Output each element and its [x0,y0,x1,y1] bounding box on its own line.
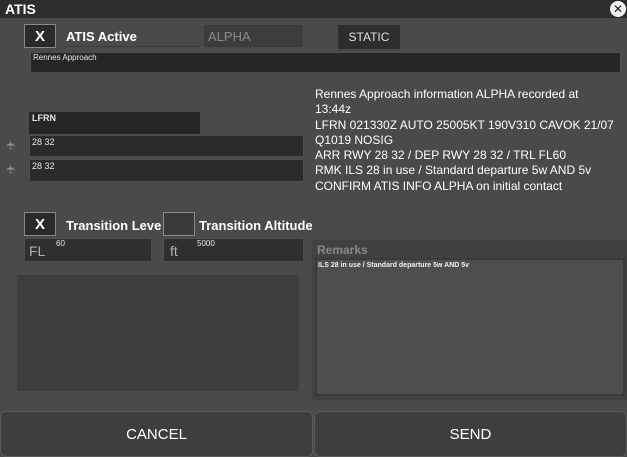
airport-icao-value: LFRN [32,113,56,123]
atis-text-line: Q1019 NOSIG [315,132,394,147]
close-icon: ✕ [612,2,624,16]
transition-altitude-value: 5000 [197,239,215,248]
atis-text-preview: Rennes Approach information ALPHA record… [315,87,625,194]
close-button[interactable]: ✕ [610,1,626,17]
arrival-runway-field[interactable] [29,135,304,157]
atis-text-line: CONFIRM ATIS INFO ALPHA on initial conta… [315,178,563,193]
atis-text-line: LFRN 021330Z AUTO 25005KT 190V310 CAVOK … [315,117,614,132]
atis-text-line: RMK ILS 28 in use / Standard departure 5… [315,163,592,178]
departure-runway-icon: ✈ [4,163,19,175]
remarks-textarea[interactable] [315,258,625,396]
remarks-value: ILS 28 in use / Standard departure 5w AN… [318,262,470,269]
station-name-value: Rennes Approach [33,53,97,62]
atis-text-line: 13:44z [315,102,352,117]
atis-active-underline [62,25,200,47]
arrival-runway-value: 28 32 [32,137,55,147]
window-title: ATIS [5,1,36,17]
transition-level-unit: FL [29,243,46,259]
send-button[interactable]: SEND [314,411,627,457]
atis-text-line: Rennes Approach information ALPHA record… [315,87,579,101]
title-bar [0,0,627,18]
left-empty-panel [17,275,299,391]
remarks-title: Remarks [317,243,368,257]
transition-altitude-field[interactable] [163,238,304,262]
departure-runway-field[interactable] [29,159,304,182]
transition-altitude-unit: ft [170,243,178,259]
arrival-runway-icon: ✈ [4,139,19,151]
atis-letter-value: ALPHA [208,29,251,44]
station-name-field[interactable] [30,52,621,73]
transition-level-value: 60 [56,239,65,248]
cancel-button[interactable]: CANCEL [0,411,313,457]
departure-runway-value: 28 32 [32,161,55,171]
transition-level-label: Transition Leve [66,218,162,233]
transition-altitude-checkbox[interactable] [163,212,195,236]
atis-text-line: ARR RWY 28 32 / DEP RWY 28 32 / TRL FL60 [315,148,567,163]
atis-active-checkbox[interactable]: X [24,24,56,48]
transition-altitude-label: Transition Altitude [199,218,313,233]
transition-level-checkbox[interactable]: X [24,212,56,236]
static-button[interactable]: STATIC [338,25,400,49]
